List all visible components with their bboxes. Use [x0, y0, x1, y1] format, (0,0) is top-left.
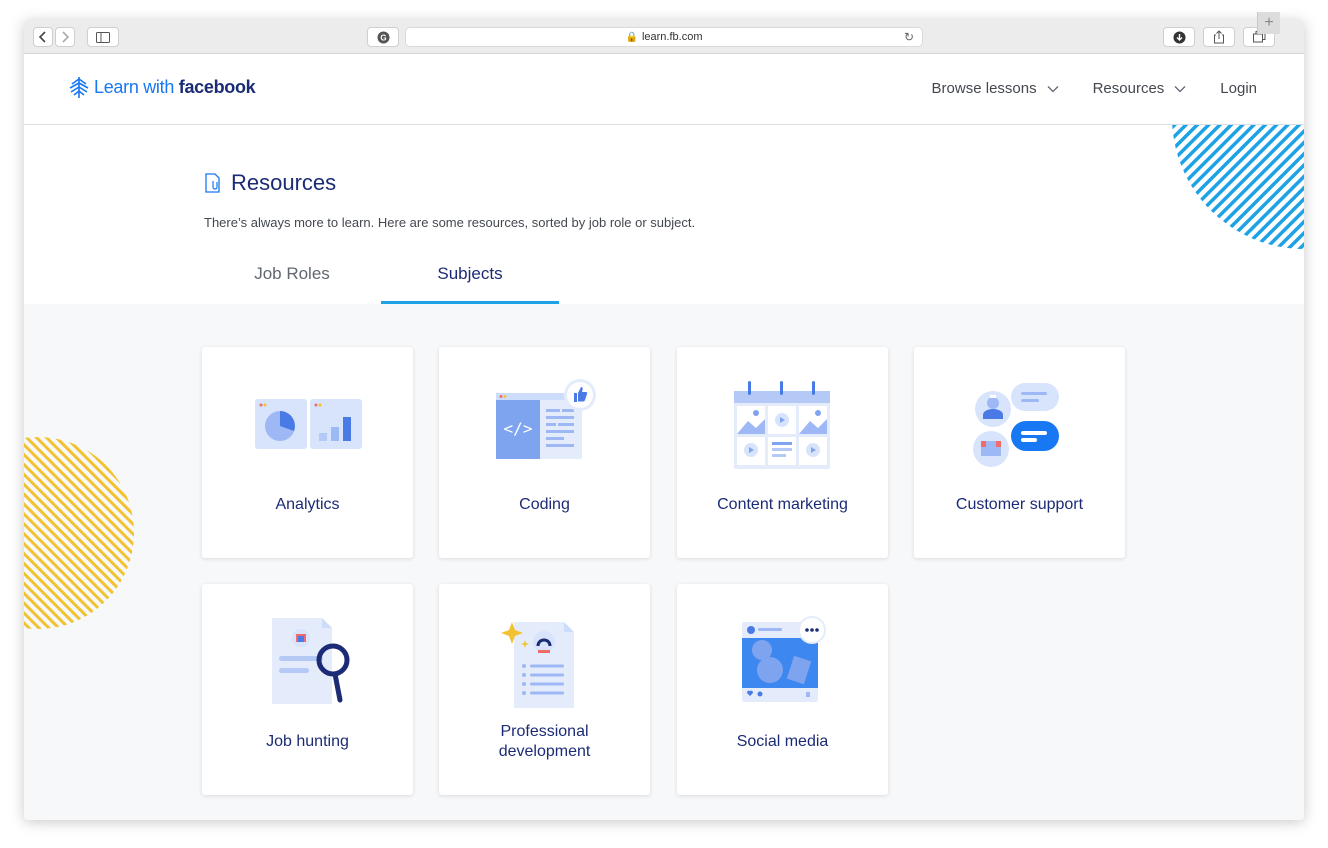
- logo-text-brand: facebook: [178, 76, 256, 97]
- resource-tabs: Job Roles Subjects: [204, 264, 604, 304]
- logo-text: Learn with facebook: [94, 76, 256, 98]
- logo-text-learn: Learn with: [94, 76, 179, 97]
- tab-subjects[interactable]: Subjects: [381, 264, 559, 304]
- analytics-icon: [255, 399, 362, 449]
- reload-icon[interactable]: ↻: [904, 30, 914, 44]
- coding-icon: </>: [496, 379, 596, 459]
- tree-logo-icon: [69, 77, 89, 98]
- chevron-left-icon: [38, 31, 46, 43]
- social-media-icon: [742, 616, 826, 702]
- nav-login[interactable]: Login: [1220, 80, 1257, 97]
- professional-development-icon: [501, 622, 574, 708]
- subject-card-professional-development[interactable]: Professional development: [439, 584, 650, 795]
- page-subtitle: There’s always more to learn. Here are s…: [204, 215, 696, 230]
- learn-with-facebook-logo[interactable]: Learn with facebook: [68, 75, 256, 99]
- content-marketing-icon: [734, 381, 830, 469]
- download-icon: [1173, 31, 1185, 43]
- subject-card-content-marketing[interactable]: Content marketing: [677, 347, 888, 558]
- sidebar-icon: [96, 31, 110, 43]
- chevron-down-icon: [1174, 85, 1186, 92]
- subject-card-job-hunting[interactable]: Job hunting: [202, 584, 413, 795]
- nav-resources-label: Resources: [1092, 80, 1165, 97]
- grammarly-extension-button[interactable]: G: [367, 27, 399, 47]
- nav-browse-lessons[interactable]: Browse lessons: [932, 80, 1059, 97]
- blue-striped-circle-decoration: [1172, 125, 1304, 249]
- subject-card-label: Customer support: [955, 496, 1084, 513]
- yellow-striped-circle-decoration: [24, 437, 136, 629]
- nav-login-label: Login: [1220, 80, 1257, 97]
- chevron-down-icon: [1047, 85, 1059, 92]
- forward-button[interactable]: [55, 27, 75, 47]
- url-text: learn.fb.com: [641, 31, 703, 43]
- share-icon: [1214, 30, 1224, 44]
- browser-window: G 🔒 learn.fb.com ↻ Learn with facebook B…: [24, 20, 1304, 820]
- subject-card-coding[interactable]: </> Coding: [439, 347, 650, 558]
- resources-heading: Resources: [204, 170, 336, 196]
- main-nav: Browse lessons Resources Login: [898, 80, 1257, 97]
- subject-card-label: Professional development: [498, 723, 591, 760]
- subject-card-label: Content marketing: [717, 496, 848, 513]
- sidebar-toggle-button[interactable]: [87, 27, 119, 47]
- site-header: Learn with facebook Browse lessons Resou…: [24, 54, 1304, 125]
- customer-support-icon: [973, 383, 1059, 467]
- share-button[interactable]: [1203, 27, 1235, 47]
- chevron-right-icon: [62, 31, 70, 43]
- subject-card-label: Job hunting: [266, 733, 349, 750]
- subjects-grid: Analytics </> Coding Content marketing C…: [24, 304, 1304, 820]
- subject-card-label: Coding: [519, 496, 570, 513]
- back-button[interactable]: [33, 27, 53, 47]
- nav-browse-lessons-label: Browse lessons: [931, 80, 1037, 97]
- browser-toolbar: G 🔒 learn.fb.com ↻: [24, 20, 1304, 54]
- svg-text:</>: </>: [504, 419, 533, 438]
- new-tab-button[interactable]: +: [1257, 12, 1280, 34]
- subject-card-label: Social media: [736, 733, 829, 750]
- page-title: Resources: [231, 170, 337, 195]
- document-clip-icon: [205, 173, 220, 193]
- lock-icon: 🔒: [625, 31, 638, 43]
- downloads-button[interactable]: [1163, 27, 1195, 47]
- subject-card-label: Analytics: [275, 496, 340, 513]
- address-bar[interactable]: 🔒 learn.fb.com ↻: [405, 27, 923, 47]
- tab-job-roles[interactable]: Job Roles: [204, 264, 380, 304]
- svg-text:G: G: [380, 33, 386, 42]
- grammarly-icon: G: [377, 31, 389, 43]
- job-hunting-icon: [272, 618, 350, 704]
- subject-card-social-media[interactable]: Social media: [677, 584, 888, 795]
- nav-resources[interactable]: Resources: [1093, 80, 1187, 97]
- subject-card-customer-support[interactable]: Customer support: [914, 347, 1125, 558]
- subject-card-analytics[interactable]: Analytics: [202, 347, 413, 558]
